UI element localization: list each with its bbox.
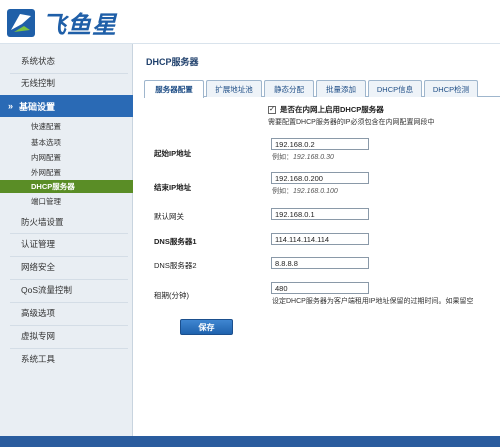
header: 飞鱼星: [0, 0, 500, 44]
divider: [10, 256, 128, 257]
sidebar-subitem-port-management[interactable]: 端口管理: [0, 195, 133, 208]
enable-dhcp-label: 是否在内网上启用DHCP服务器: [280, 105, 384, 114]
main-panel: DHCP服务器 服务器配置 扩展地址池 静态分配 批量添加 DHCP信息 DHC…: [134, 44, 500, 436]
sidebar-subitem-basic-options[interactable]: 基本选项: [0, 136, 133, 149]
sidebar-item-qos[interactable]: QoS流量控制: [0, 281, 133, 299]
save-button[interactable]: 保存: [180, 319, 233, 335]
sidebar-item-system-tools[interactable]: 系统工具: [0, 350, 133, 368]
divider: [10, 302, 128, 303]
sidebar-subitem-quick-config[interactable]: 快速配置: [0, 120, 133, 133]
fish-logo-icon: [7, 8, 35, 37]
dns1-label: DNS服务器1: [154, 237, 197, 246]
sidebar-item-network-security[interactable]: 网络安全: [0, 258, 133, 276]
footer-bar: [0, 436, 500, 447]
lease-note: 设定DHCP服务器为客户端租用IP地址保留的过期时间。如果留空: [272, 298, 474, 305]
end-ip-input[interactable]: 192.168.0.200: [271, 172, 369, 184]
divider: [10, 233, 128, 234]
sidebar-item-vpn[interactable]: 虚拟专网: [0, 327, 133, 345]
tab-batch-add[interactable]: 批量添加: [316, 80, 366, 97]
chevron-double-down-icon: »: [8, 101, 14, 111]
end-ip-label: 结束IP地址: [154, 183, 192, 192]
brand-name: 飞鱼星: [42, 11, 117, 39]
sidebar-item-basic-settings[interactable]: » 基础设置: [0, 95, 133, 117]
page-title: DHCP服务器: [146, 57, 199, 67]
dns1-input[interactable]: 114.114.114.114: [271, 233, 369, 245]
sidebar-item-wireless-control[interactable]: 无线控制: [0, 74, 133, 92]
gateway-input[interactable]: 192.168.0.1: [271, 208, 369, 220]
divider: [10, 279, 128, 280]
sidebar-item-advanced[interactable]: 高级选项: [0, 304, 133, 322]
divider: [10, 325, 128, 326]
tab-static-allocation[interactable]: 静态分配: [264, 80, 314, 97]
start-ip-input[interactable]: 192.168.0.2: [271, 138, 369, 150]
lease-input[interactable]: 480: [271, 282, 369, 294]
sidebar-item-firewall[interactable]: 防火墙设置: [0, 213, 133, 231]
tab-dhcp-info[interactable]: DHCP信息: [368, 80, 422, 97]
end-ip-example: 例如：192.168.0.100: [272, 188, 338, 195]
dns2-label: DNS服务器2: [154, 261, 197, 270]
dns2-input[interactable]: 8.8.8.8: [271, 257, 369, 269]
tab-server-config[interactable]: 服务器配置: [144, 80, 204, 98]
enable-dhcp-row: ✓ 是否在内网上启用DHCP服务器: [268, 104, 384, 115]
start-ip-example: 例如：192.168.0.30: [272, 154, 334, 161]
enable-dhcp-note: 需要配置DHCP服务器的IP必须包含在内网配置网段中: [268, 119, 435, 126]
lease-label: 租期(分钟): [154, 291, 189, 300]
sidebar-item-auth-management[interactable]: 认证管理: [0, 235, 133, 253]
sidebar-item-system-status[interactable]: 系统状态: [0, 52, 133, 70]
tab-dhcp-detect[interactable]: DHCP检测: [424, 80, 478, 97]
sidebar-group-label: 基础设置: [19, 101, 56, 112]
tab-extended-pool[interactable]: 扩展地址池: [206, 80, 262, 97]
divider: [10, 348, 128, 349]
sidebar-subitem-dhcp-server[interactable]: DHCP服务器: [0, 180, 133, 193]
tab-bar: 服务器配置 扩展地址池 静态分配 批量添加 DHCP信息 DHCP检测: [144, 80, 500, 98]
sidebar-subitem-lan-config[interactable]: 内网配置: [0, 151, 133, 164]
gateway-label: 默认网关: [154, 212, 184, 221]
sidebar-subitem-wan-config[interactable]: 外网配置: [0, 166, 133, 179]
enable-dhcp-checkbox[interactable]: ✓: [268, 105, 276, 114]
brand-logo: 飞鱼星: [6, 5, 117, 40]
start-ip-label: 起始IP地址: [154, 149, 192, 158]
sidebar: 系统状态 无线控制 » 基础设置 快速配置 基本选项 内网配置 外网配置 DHC…: [0, 44, 133, 447]
